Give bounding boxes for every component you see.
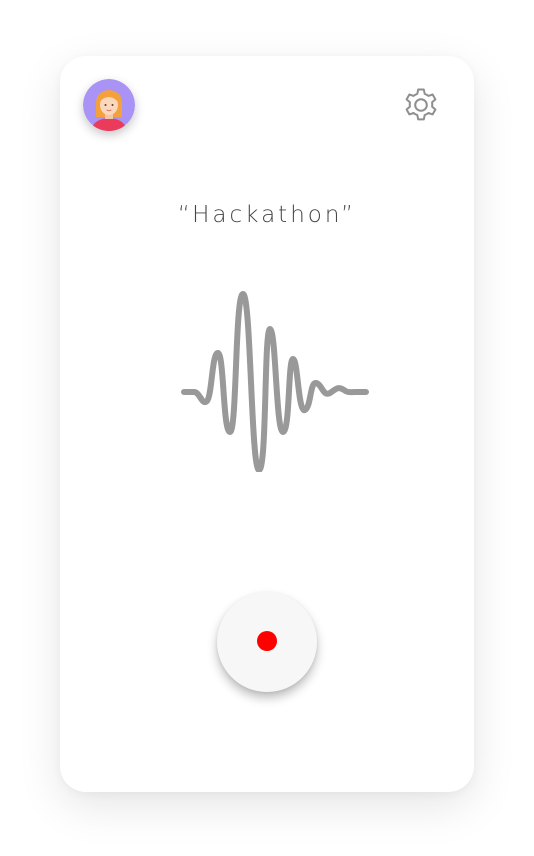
page: “Hackathon” [0, 0, 534, 856]
waveform [180, 286, 370, 473]
voice-phrase: “Hackathon” [177, 202, 357, 228]
user-avatar-icon [83, 79, 135, 131]
sound-wave-icon [181, 291, 369, 473]
recorder-card: “Hackathon” [60, 56, 474, 792]
settings-button[interactable] [400, 84, 442, 126]
user-avatar-button[interactable] [83, 79, 135, 131]
record-dot-icon [257, 631, 277, 651]
record-button[interactable] [217, 592, 317, 692]
gear-icon [405, 88, 437, 121]
